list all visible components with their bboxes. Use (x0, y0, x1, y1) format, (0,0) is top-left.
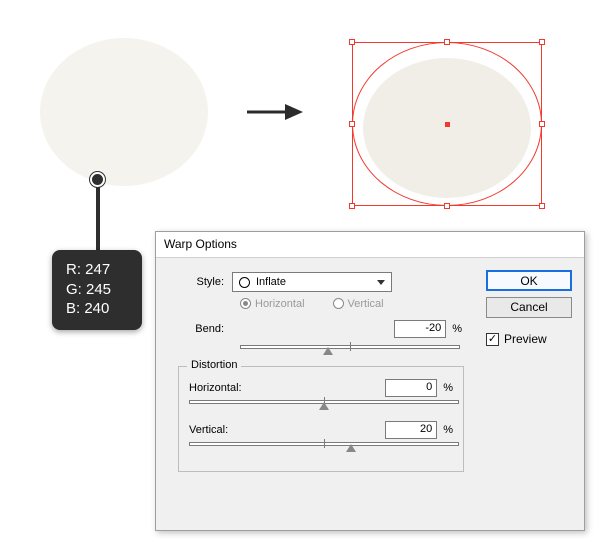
style-value: Inflate (256, 276, 371, 288)
bend-slider[interactable] (240, 344, 460, 356)
handle-ml[interactable] (349, 121, 355, 127)
pct-label: % (452, 323, 462, 335)
center-point[interactable] (445, 122, 450, 127)
radio-icon (333, 298, 344, 309)
preview-label: Preview (504, 332, 547, 346)
slider-thumb[interactable] (323, 347, 333, 355)
axis-horizontal-radio[interactable]: Horizontal (240, 298, 305, 310)
slider-thumb[interactable] (346, 444, 356, 452)
color-g: G: 245 (66, 280, 142, 300)
handle-mr[interactable] (539, 121, 545, 127)
result-shape (345, 35, 545, 210)
distortion-legend: Distortion (187, 359, 241, 371)
dist-v-input[interactable]: 20 (385, 421, 437, 439)
dialog-title: Warp Options (156, 232, 584, 258)
handle-tr[interactable] (539, 39, 545, 45)
slider-center-tick (350, 342, 351, 351)
warp-options-dialog: Warp Options Style: Inflate Horizontal V… (155, 231, 585, 531)
dist-v-label: Vertical: (189, 424, 249, 436)
inflate-icon (239, 277, 250, 288)
color-readout: R: 247 G: 245 B: 240 (52, 250, 142, 330)
slider-center-tick (324, 439, 325, 448)
dist-h-slider[interactable] (189, 399, 459, 411)
checkbox-icon: ✓ (486, 333, 499, 346)
arrow-icon (245, 100, 305, 124)
color-r: R: 247 (66, 260, 142, 280)
pct-label: % (443, 382, 453, 394)
chevron-down-icon (377, 280, 385, 285)
axis-vertical-radio[interactable]: Vertical (333, 298, 384, 310)
handle-tl[interactable] (349, 39, 355, 45)
dist-v-slider[interactable] (189, 441, 459, 453)
pct-label: % (443, 424, 453, 436)
dist-h-input[interactable]: 0 (385, 379, 437, 397)
bend-label: Bend: (170, 323, 232, 335)
ok-button[interactable]: OK (486, 270, 572, 291)
preview-checkbox[interactable]: ✓ Preview (486, 332, 572, 346)
distortion-group: Distortion Horizontal: 0 % Vertical: 20 … (178, 366, 464, 472)
handle-br[interactable] (539, 203, 545, 209)
handle-bl[interactable] (349, 203, 355, 209)
dist-h-label: Horizontal: (189, 382, 249, 394)
style-label: Style: (170, 276, 232, 288)
probe-stem (96, 178, 100, 254)
cancel-button[interactable]: Cancel (486, 297, 572, 318)
radio-icon (240, 298, 251, 309)
color-b: B: 240 (66, 299, 142, 319)
slider-thumb[interactable] (319, 402, 329, 410)
style-select[interactable]: Inflate (232, 272, 392, 292)
handle-tm[interactable] (444, 39, 450, 45)
source-ellipse (40, 38, 208, 186)
probe-tip (90, 172, 105, 187)
handle-bm[interactable] (444, 203, 450, 209)
bend-input[interactable]: -20 (394, 320, 446, 338)
